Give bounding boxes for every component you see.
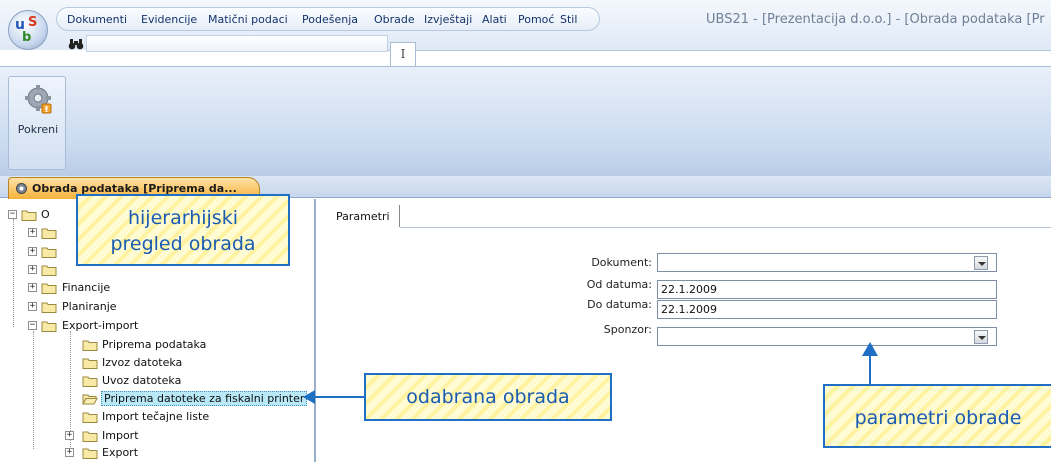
menu-stil[interactable]: Stil xyxy=(560,13,577,26)
tree-guide-line xyxy=(13,219,14,327)
tab-parametri-label: Parametri xyxy=(336,210,390,223)
callout-tree-line1: hijerarhijski xyxy=(127,207,238,229)
tree-node-import-tecajne-liste[interactable]: Import tečajne liste xyxy=(82,409,242,427)
logo-letter-s: S xyxy=(28,15,38,30)
tab-divider xyxy=(400,227,1051,228)
tree-node-label: Import xyxy=(102,429,139,442)
do-datuma-value: 22.1.2009 xyxy=(661,303,717,316)
menu-dokumenti[interactable]: Dokumenti xyxy=(67,13,127,26)
tree-node-planiranje[interactable]: + Planiranje xyxy=(28,299,148,317)
process-icon xyxy=(16,183,27,194)
expand-icon[interactable]: + xyxy=(65,431,74,440)
arrow-left-icon xyxy=(303,390,315,404)
ribbon xyxy=(0,66,1051,176)
folder-icon xyxy=(41,265,57,276)
tree-node-label: Priprema podataka xyxy=(102,338,207,351)
logo-letter-b: b xyxy=(22,30,32,45)
tree-node-label: Export-import xyxy=(62,319,139,332)
tree-node-label: Export xyxy=(102,446,139,459)
sponzor-combo[interactable] xyxy=(657,327,997,346)
expand-icon[interactable]: + xyxy=(65,448,74,457)
tree-node-selected[interactable]: Priprema datoteke za fiskalni printer xyxy=(82,391,308,409)
binoculars-icon[interactable] xyxy=(68,38,84,50)
callout-selected-text: odabrana obrada xyxy=(406,386,570,408)
run-button-label: Pokreni xyxy=(17,123,59,136)
chevron-down-icon[interactable] xyxy=(974,256,988,270)
tree-node-hidden[interactable]: + xyxy=(28,262,68,280)
expand-icon[interactable]: + xyxy=(28,228,37,237)
folder-icon xyxy=(41,302,57,313)
od-datuma-label: Od datuma: xyxy=(586,278,652,291)
ribbon-tab-strip xyxy=(388,50,1051,51)
folder-icon xyxy=(82,340,98,351)
collapse-icon[interactable]: − xyxy=(28,321,37,330)
menu-alati[interactable]: Alati xyxy=(482,13,507,26)
folder-icon xyxy=(82,431,98,442)
tab-parametri[interactable]: Parametri xyxy=(330,205,400,227)
tree-node-hidden[interactable]: + xyxy=(28,225,68,243)
expand-icon[interactable]: + xyxy=(28,247,37,256)
tree-node-label: Financije xyxy=(62,281,111,294)
search-input[interactable] xyxy=(86,35,388,52)
tree-node-import[interactable]: + Import xyxy=(65,428,185,446)
ribbon-tab-i[interactable]: I xyxy=(390,42,416,66)
tree-node-financije[interactable]: + Financije xyxy=(28,280,148,298)
chevron-down-icon[interactable] xyxy=(974,330,988,344)
open-folder-icon xyxy=(82,394,98,405)
tree-guide-line xyxy=(33,331,34,449)
do-datuma-field[interactable]: 22.1.2009 xyxy=(657,300,997,319)
folder-icon xyxy=(82,376,98,387)
menu-podesenja[interactable]: Podešenja xyxy=(302,13,358,26)
tree-node-label: Uvoz datoteka xyxy=(102,374,182,387)
tree-node-hidden[interactable]: + xyxy=(28,244,68,262)
folder-icon xyxy=(21,210,37,221)
folder-icon xyxy=(41,247,57,258)
tree-node-export-import[interactable]: − Export-import xyxy=(28,318,168,336)
tree-node-label: Import tečajne liste xyxy=(102,410,210,423)
folder-icon xyxy=(82,448,98,459)
menu-evidencije[interactable]: Evidencije xyxy=(141,13,197,26)
tree-node-priprema-podataka[interactable]: Priprema podataka xyxy=(82,337,242,355)
menu-obrade[interactable]: Obrade xyxy=(374,13,415,26)
tree-node-uvoz-datoteka[interactable]: Uvoz datoteka xyxy=(82,373,242,391)
callout-tree-line2: pregled obrada xyxy=(110,233,256,255)
folder-icon xyxy=(82,358,98,369)
arrow-line xyxy=(869,355,871,385)
tree-node-label: Priprema datoteke za fiskalni printer xyxy=(101,391,308,406)
callout-params-text: parametri obrade xyxy=(854,407,1022,429)
folder-icon xyxy=(41,228,57,239)
menu-izvjestaji[interactable]: Izvještaji xyxy=(424,13,472,26)
app-logo-button[interactable]: u S b xyxy=(8,10,48,50)
callout-params: parametri obrade xyxy=(823,384,1051,448)
collapse-icon[interactable]: − xyxy=(8,210,17,219)
tree-node-label: Planiranje xyxy=(62,300,117,313)
sponzor-label: Sponzor: xyxy=(603,323,652,336)
tree-node-export[interactable]: + Export xyxy=(65,445,185,463)
expand-icon[interactable]: + xyxy=(28,283,37,292)
menu-maticni-podaci[interactable]: Matični podaci xyxy=(208,13,288,26)
tree-node-label: O xyxy=(41,208,50,221)
arrow-up-icon xyxy=(862,342,878,356)
do-datuma-label: Do datuma: xyxy=(587,298,652,311)
dokument-combo[interactable] xyxy=(657,253,997,272)
arrow-line xyxy=(312,396,364,398)
gear-icon xyxy=(25,85,52,114)
expand-icon[interactable]: + xyxy=(28,265,37,274)
folder-icon xyxy=(41,321,57,332)
expand-icon[interactable]: + xyxy=(28,302,37,311)
run-button[interactable]: Pokreni xyxy=(8,76,66,170)
folder-icon xyxy=(41,283,57,294)
od-datuma-value: 22.1.2009 xyxy=(661,283,717,296)
folder-icon xyxy=(82,412,98,423)
callout-tree: hijerarhijski pregled obrada xyxy=(76,194,290,266)
od-datuma-field[interactable]: 22.1.2009 xyxy=(657,280,997,299)
tree-node-label: Izvoz datoteka xyxy=(102,356,183,369)
callout-selected: odabrana obrada xyxy=(364,373,612,421)
menu-pomoc[interactable]: Pomoć xyxy=(518,13,554,26)
window-title: UBS21 - [Prezentacija d.o.o.] - [Obrada … xyxy=(706,12,1045,27)
tree-node-izvoz-datoteka[interactable]: Izvoz datoteka xyxy=(82,355,242,373)
dokument-label: Dokument: xyxy=(591,256,652,269)
